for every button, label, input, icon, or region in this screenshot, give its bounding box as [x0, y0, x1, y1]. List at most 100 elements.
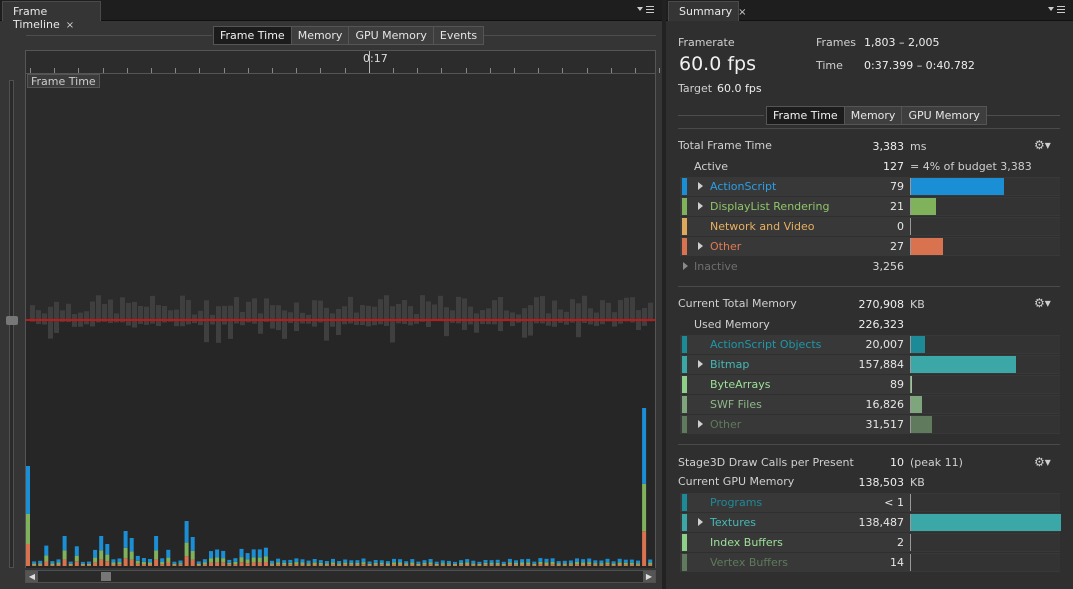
expand-icon[interactable] — [698, 182, 703, 190]
expand-icon[interactable] — [698, 360, 703, 368]
inactive-bar — [390, 306, 395, 343]
frame-time-chart[interactable]: Frame Time — [25, 74, 656, 568]
frame-bar-segment — [349, 560, 354, 563]
frame-bar-segment — [26, 514, 30, 544]
frame-bar-segment — [361, 564, 366, 566]
draw-calls-value: 10 — [890, 456, 904, 469]
zoom-slider-handle[interactable] — [6, 316, 18, 325]
frame-bar-segment — [44, 555, 49, 562]
row-label: ActionScript — [710, 180, 777, 193]
frame-bar-segment — [410, 564, 415, 566]
color-swatch — [682, 356, 687, 373]
ruler-tick — [610, 68, 612, 73]
expand-icon[interactable] — [698, 518, 703, 526]
tab-memory[interactable]: Memory — [843, 107, 902, 124]
gear-icon[interactable]: ⚙▾ — [1034, 455, 1051, 469]
close-icon[interactable]: × — [66, 20, 74, 31]
scrollbar-thumb[interactable] — [101, 572, 111, 581]
gear-icon[interactable]: ⚙▾ — [1034, 138, 1051, 152]
inactive-bar — [474, 313, 479, 333]
time-ruler[interactable]: 0:17 — [25, 50, 661, 74]
frame-bar-segment — [239, 557, 244, 563]
frame-bar-segment — [209, 562, 213, 566]
ruler-tick — [247, 68, 249, 73]
tab-frame-time[interactable]: Frame Time — [214, 27, 291, 44]
frame-bar-segment — [141, 564, 146, 566]
row-value: 79 — [890, 180, 904, 193]
expand-icon[interactable] — [698, 242, 703, 250]
frame-bar-segment — [599, 563, 604, 565]
ruler-tick — [223, 68, 225, 73]
summary-tab[interactable]: Summary × — [668, 1, 747, 21]
inactive-bar — [498, 296, 503, 332]
frame-timeline-tab-label: Frame Timeline — [13, 5, 60, 31]
frame-timeline-tab[interactable]: Frame Timeline × — [2, 1, 101, 31]
frame-bar-segment — [233, 564, 238, 566]
inactive-bar — [480, 309, 485, 325]
frame-bar-segment — [166, 562, 171, 566]
expand-icon[interactable] — [698, 420, 703, 428]
close-icon[interactable]: × — [738, 7, 746, 18]
summary-row-textures[interactable]: Textures 138,487 — [680, 513, 1061, 532]
frame-bar-segment — [501, 565, 506, 566]
frame-bar-segment — [172, 561, 177, 564]
frame-bar-segment — [62, 550, 67, 560]
summary-row-displaylist-rendering[interactable]: DisplayList Rendering 21 — [680, 197, 1060, 216]
summary-row-vertex-buffers: Vertex Buffers 14 — [680, 553, 1060, 572]
frame-bar-segment — [453, 565, 457, 566]
frame-bar-segment — [520, 564, 525, 566]
tab-frame-time[interactable]: Frame Time — [767, 107, 844, 124]
scroll-left-icon[interactable]: ◀ — [26, 571, 38, 582]
frame-bar-segment — [550, 564, 555, 566]
frame-bar-segment — [556, 563, 561, 565]
total-frame-time-label: Total Frame Time — [678, 139, 772, 152]
gear-icon[interactable]: ⚙▾ — [1034, 296, 1051, 310]
frame-bar-segment — [410, 559, 415, 563]
row-value: 157,884 — [858, 358, 905, 371]
summary-row-swf-files: SWF Files 16,826 — [680, 395, 1060, 414]
horizontal-scrollbar[interactable]: ◀ ▶ — [25, 570, 656, 583]
inactive-bar — [54, 301, 59, 333]
tab-gpu-memory[interactable]: GPU Memory — [348, 27, 433, 44]
row-label: ActionScript Objects — [710, 338, 822, 351]
frame-bar-segment — [385, 561, 390, 564]
inactive-bar — [360, 305, 365, 326]
frame-bar-segment — [343, 562, 348, 565]
inactive-bar — [342, 306, 347, 325]
divider — [678, 286, 1060, 287]
frame-bar-segment — [215, 549, 220, 558]
frame-bar-segment — [245, 559, 250, 564]
expand-icon[interactable] — [698, 202, 703, 210]
ruler-tick — [562, 68, 564, 73]
tab-events[interactable]: Events — [432, 27, 484, 44]
frame-bar-segment — [282, 563, 287, 565]
frame-bar-segment — [636, 564, 640, 566]
summary-row-other[interactable]: Other 27 — [680, 237, 1060, 256]
inactive-bar — [420, 295, 425, 322]
frame-bar-segment — [270, 564, 274, 566]
ruler-tick — [296, 68, 298, 73]
frame-bar-segment — [514, 563, 518, 565]
row-bar-track — [910, 416, 1060, 433]
summary-row-other[interactable]: Other 31,517 — [680, 415, 1060, 434]
panel-menu-icon[interactable] — [1047, 4, 1065, 16]
frame-bar-segment — [434, 565, 439, 566]
frame-bar-segment — [404, 563, 409, 565]
panel-menu-icon[interactable] — [636, 4, 654, 16]
row-bar-track — [910, 218, 1060, 235]
summary-row-actionscript[interactable]: ActionScript 79 — [680, 177, 1060, 196]
frame-bar-segment — [68, 561, 73, 564]
frame-bar-segment — [355, 563, 360, 565]
summary-row-bitmap[interactable]: Bitmap 157,884 — [680, 355, 1060, 374]
frame-bar-segment — [385, 563, 390, 565]
frame-bar-segment — [471, 564, 476, 566]
expand-icon[interactable] — [683, 262, 688, 270]
frame-bar-segment — [141, 558, 146, 562]
frame-bar-segment — [306, 564, 311, 566]
tab-gpu-memory[interactable]: GPU Memory — [901, 107, 986, 124]
frame-bar-segment — [202, 564, 207, 566]
tab-memory[interactable]: Memory — [290, 27, 349, 44]
frame-bar-segment — [221, 562, 226, 566]
scroll-right-icon[interactable]: ▶ — [643, 571, 655, 582]
frame-bar-segment — [453, 561, 457, 564]
